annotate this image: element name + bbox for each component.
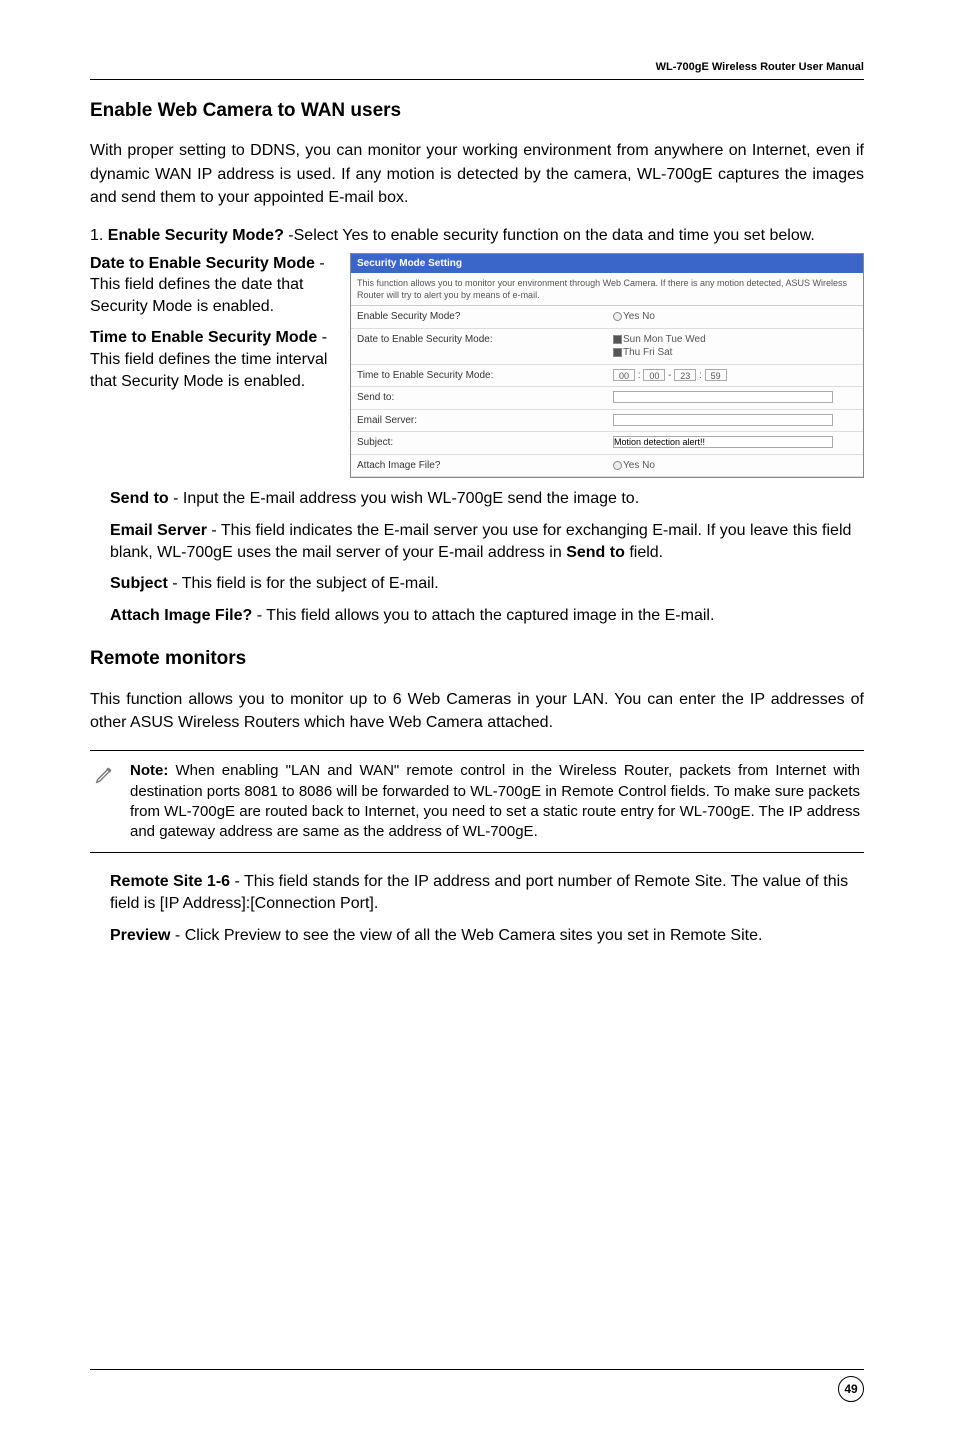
shot-time-v3: 23 (674, 369, 696, 381)
attach-def: Attach Image File? - This field allows y… (110, 605, 864, 627)
date-enable-block: Date to Enable Security Mode - This fiel… (90, 253, 334, 318)
sendto-text: - Input the E-mail address you wish WL-7… (169, 490, 639, 507)
emailserver-def: Email Server - This field indicates the … (110, 520, 864, 563)
shot-time-v4: 59 (705, 369, 727, 381)
page-number: 49 (838, 1376, 864, 1402)
emailserver-sendto-ref: Send to (566, 544, 625, 561)
subject-text: - This field is for the subject of E-mai… (168, 575, 439, 592)
shot-subject-label: Subject: (351, 432, 607, 454)
remote-site-def: Remote Site 1-6 - This field stands for … (110, 871, 864, 914)
sendto-def: Send to - Input the E-mail address you w… (110, 488, 864, 510)
shot-emailserver-ctl (607, 410, 863, 432)
time-enable-text: This field defines the time interval tha… (90, 351, 327, 390)
attach-label: Attach Image File? (110, 607, 252, 624)
shot-sendto-ctl (607, 387, 863, 409)
note-label: Note: (130, 762, 168, 779)
shot-time-v1: 00 (613, 369, 635, 381)
shot-enable-ctl-text: Yes No (623, 311, 655, 322)
header-manual-title: WL-700gE Wireless Router User Manual (90, 60, 864, 75)
note-text: Note: When enabling "LAN and WAN" remote… (130, 761, 860, 842)
step1-rest: -Select Yes to enable security function … (284, 227, 815, 244)
attach-text: - This field allows you to attach the ca… (252, 607, 714, 624)
shot-date-line1: Sun Mon Tue Wed (623, 334, 706, 345)
shot-emailserver-input (613, 414, 833, 426)
screenshot-header: Security Mode Setting (351, 254, 863, 274)
time-enable-dash: - (317, 329, 327, 346)
shot-subject-ctl (607, 432, 863, 454)
date-enable-label: Date to Enable Security Mode (90, 255, 315, 272)
shot-enable-label: Enable Security Mode? (351, 306, 607, 328)
step-1: 1. Enable Security Mode? -Select Yes to … (90, 225, 864, 247)
header-rule (90, 79, 864, 80)
emailserver-label: Email Server (110, 522, 207, 539)
shot-enable-ctl: Yes No (607, 306, 863, 328)
shot-time-v2: 00 (643, 369, 665, 381)
emailserver-field-word: field. (625, 544, 663, 561)
time-enable-label: Time to Enable Security Mode (90, 329, 317, 346)
date-enable-dash: - (315, 255, 325, 272)
preview-def: Preview - Click Preview to see the view … (110, 925, 864, 947)
shot-subject-input (613, 436, 833, 448)
step1-label: Enable Security Mode? (108, 227, 284, 244)
subject-label: Subject (110, 575, 168, 592)
shot-date-label: Date to Enable Security Mode: (351, 329, 607, 364)
date-enable-text: This field defines the date that Securit… (90, 276, 303, 315)
shot-emailserver-label: Email Server: (351, 410, 607, 432)
section1-intro: With proper setting to DDNS, you can mon… (90, 139, 864, 209)
screenshot-desc: This function allows you to monitor your… (351, 273, 863, 306)
shot-sendto-label: Send to: (351, 387, 607, 409)
shot-attach-ctl-text: Yes No (623, 460, 655, 471)
note-block: Note: When enabling "LAN and WAN" remote… (90, 750, 864, 853)
shot-time-label: Time to Enable Security Mode: (351, 365, 607, 387)
section2-intro: This function allows you to monitor up t… (90, 688, 864, 734)
sendto-label: Send to (110, 490, 169, 507)
shot-time-ctl: 00 : 00 - 23 : 59 (607, 365, 863, 387)
shot-date-line2: Thu Fri Sat (623, 347, 672, 358)
shot-attach-ctl: Yes No (607, 455, 863, 477)
shot-sendto-input (613, 391, 833, 403)
section2-title: Remote monitors (90, 646, 864, 672)
time-enable-block: Time to Enable Security Mode - This fiel… (90, 327, 334, 392)
pencil-icon (94, 761, 118, 842)
footer-rule (90, 1369, 864, 1370)
preview-text: - Click Preview to see the view of all t… (170, 927, 762, 944)
note-body: When enabling "LAN and WAN" remote contr… (130, 762, 860, 840)
shot-attach-label: Attach Image File? (351, 455, 607, 477)
emailserver-text: - This field indicates the E-mail server… (110, 522, 851, 561)
subject-def: Subject - This field is for the subject … (110, 573, 864, 595)
step1-prefix: 1. (90, 227, 108, 244)
security-mode-screenshot: Security Mode Setting This function allo… (350, 253, 864, 479)
shot-date-ctl: Sun Mon Tue Wed Thu Fri Sat (607, 329, 863, 364)
section1-title: Enable Web Camera to WAN users (90, 98, 864, 124)
preview-label: Preview (110, 927, 170, 944)
remote-site-label: Remote Site 1-6 (110, 873, 230, 890)
